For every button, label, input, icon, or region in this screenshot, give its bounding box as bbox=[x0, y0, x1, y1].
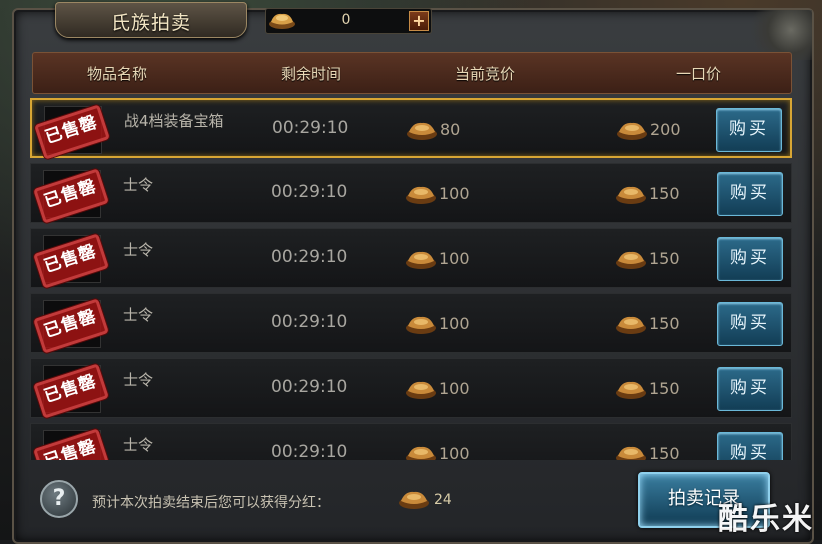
gold-ingot-icon bbox=[405, 183, 437, 205]
question-icon[interactable]: ? bbox=[40, 480, 78, 518]
item-name: 士令 bbox=[123, 371, 154, 389]
column-header-bid: 当前竞价 bbox=[455, 65, 516, 83]
gold-ingot-icon bbox=[405, 248, 437, 270]
buyout-price: 200 bbox=[650, 120, 681, 139]
gold-ingot-icon bbox=[615, 313, 647, 335]
buy-button[interactable]: 购买 bbox=[717, 172, 783, 216]
buyout-price: 150 bbox=[649, 249, 680, 268]
gold-ingot-icon bbox=[615, 443, 647, 460]
dividend-value: 24 bbox=[434, 492, 452, 508]
table-row[interactable]: 战4档装备宝箱 已售罄 00:29:10 80 200 购买 bbox=[30, 98, 792, 160]
remaining-time: 00:29:10 bbox=[271, 312, 348, 332]
gold-ingot-icon bbox=[615, 378, 647, 400]
buy-button[interactable]: 购买 bbox=[717, 367, 783, 411]
currency-bar: 0 + bbox=[265, 8, 432, 34]
gold-ingot-icon bbox=[405, 443, 437, 460]
current-bid: 100 bbox=[439, 314, 470, 333]
remaining-time: 00:29:10 bbox=[271, 442, 348, 460]
current-bid: 100 bbox=[439, 184, 470, 203]
remaining-time: 00:29:10 bbox=[272, 118, 349, 138]
buyout-price: 150 bbox=[649, 444, 680, 460]
table-row[interactable]: 士令 已售罄 00:29:10 100 150 购买 bbox=[30, 163, 792, 224]
item-name: 士令 bbox=[123, 306, 154, 324]
window-title: 氏族拍卖 bbox=[110, 12, 191, 34]
remaining-time: 00:29:10 bbox=[271, 247, 348, 267]
buy-button[interactable]: 购买 bbox=[717, 302, 783, 346]
gold-ingot-icon bbox=[615, 183, 647, 205]
gold-ingot-icon bbox=[616, 119, 648, 141]
gold-ingot-icon bbox=[399, 491, 429, 509]
footer: ? 预计本次拍卖结束后您可以获得分红： 24 拍卖记录 bbox=[30, 470, 792, 528]
item-name: 战4档装备宝箱 bbox=[124, 112, 224, 130]
column-header-buyout: 一口价 bbox=[676, 65, 722, 83]
gold-ingot-icon bbox=[269, 13, 295, 29]
table-header: 物品名称 剩余时间 当前竞价 一口价 bbox=[32, 52, 792, 94]
item-name: 士令 bbox=[123, 176, 154, 194]
current-bid: 100 bbox=[439, 379, 470, 398]
dividend-text: 预计本次拍卖结束后您可以获得分红： bbox=[92, 495, 330, 511]
table-row[interactable]: 士令 已售罄 00:29:10 100 150 购买 bbox=[30, 358, 792, 419]
buyout-price: 150 bbox=[649, 184, 680, 203]
remaining-time: 00:29:10 bbox=[271, 182, 348, 202]
table-row[interactable]: 士令 已售罄 00:29:10 100 150 购买 bbox=[30, 228, 792, 289]
table-row[interactable]: 士令 已售罄 00:29:10 100 150 购买 bbox=[30, 423, 792, 460]
buy-button[interactable]: 购买 bbox=[717, 432, 783, 460]
watermark-logo: 酷乐米 bbox=[718, 502, 814, 537]
current-bid: 80 bbox=[440, 120, 461, 139]
current-bid: 100 bbox=[439, 444, 470, 460]
table-row[interactable]: 士令 已售罄 00:29:10 100 150 购买 bbox=[30, 293, 792, 354]
item-name: 士令 bbox=[123, 436, 154, 454]
buyout-price: 150 bbox=[649, 379, 680, 398]
column-header-name: 物品名称 bbox=[87, 65, 148, 83]
buy-button[interactable]: 购买 bbox=[716, 108, 782, 152]
gold-ingot-icon bbox=[405, 313, 437, 335]
add-currency-button[interactable]: + bbox=[409, 11, 429, 31]
item-name: 士令 bbox=[123, 241, 154, 259]
gold-ingot-icon bbox=[406, 119, 438, 141]
buyout-price: 150 bbox=[649, 314, 680, 333]
column-header-time: 剩余时间 bbox=[281, 65, 342, 83]
gold-ingot-icon bbox=[405, 378, 437, 400]
currency-value: 0 bbox=[341, 12, 351, 28]
buy-button[interactable]: 购买 bbox=[717, 237, 783, 281]
auction-list[interactable]: 战4档装备宝箱 已售罄 00:29:10 80 200 购买 士令 已售罄 00:29:10 10… bbox=[30, 98, 792, 460]
remaining-time: 00:29:10 bbox=[271, 377, 348, 397]
current-bid: 100 bbox=[439, 249, 470, 268]
gold-ingot-icon bbox=[615, 248, 647, 270]
title-plate: 氏族拍卖 bbox=[55, 2, 247, 38]
